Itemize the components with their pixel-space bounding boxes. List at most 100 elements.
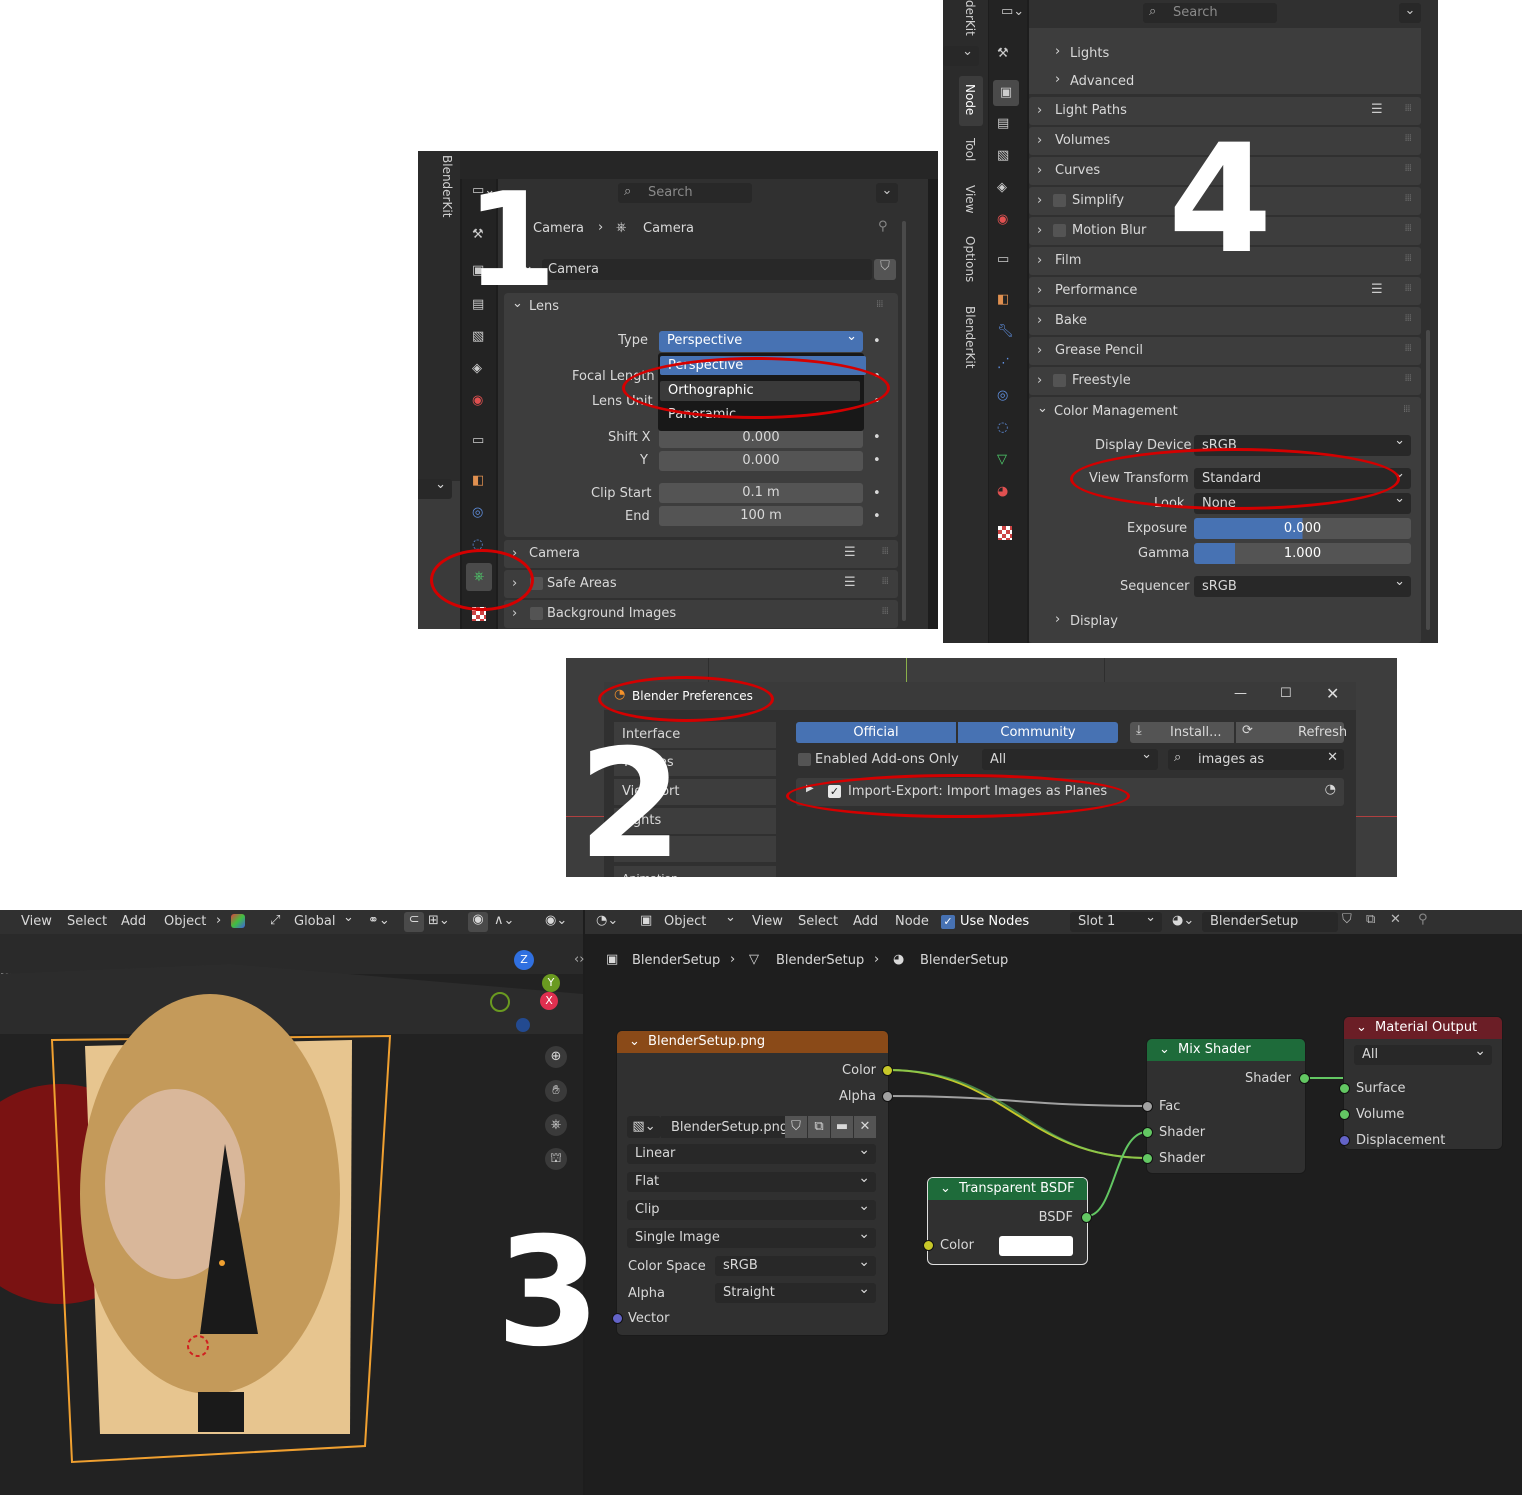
input-displacement-socket[interactable] — [1339, 1135, 1350, 1146]
color-management-header[interactable]: Color Management — [1054, 404, 1178, 419]
fake-user-shield-icon[interactable]: ⛉ — [785, 1116, 807, 1138]
keyframe-dot[interactable]: • — [873, 509, 881, 524]
image-node-header[interactable]: ⌄ BlenderSetup.png — [617, 1031, 888, 1053]
alpha-mode-dropdown[interactable]: Straight — [715, 1279, 876, 1303]
tab-community[interactable]: Community — [958, 722, 1118, 743]
drag-grip-icon[interactable]: ⁞⁞⁞ — [1404, 223, 1411, 234]
addon-search-input[interactable]: ⌕ images as ✕ — [1168, 749, 1344, 770]
background-images-checkbox[interactable] — [530, 607, 543, 620]
transparent-node-header[interactable]: ⌄ Transparent BSDF — [928, 1178, 1087, 1200]
physics-icon[interactable]: ◎ — [997, 388, 1013, 404]
grease-pencil-section[interactable]: › Grease Pencil ⁞⁞⁞ — [1029, 337, 1421, 365]
chevron-right-icon[interactable]: › — [216, 913, 221, 928]
fake-user-shield-icon[interactable]: ⛉ — [874, 259, 896, 280]
drag-grip-icon[interactable]: ⁞⁞⁞ — [1404, 103, 1411, 114]
type-dropdown[interactable]: Perspective ⌄ — [659, 329, 863, 352]
drag-grip-icon[interactable]: ⁞⁞⁞ — [1403, 404, 1410, 415]
presets-icon[interactable]: ☰ — [1371, 282, 1383, 297]
output-shader-socket[interactable] — [1299, 1073, 1310, 1084]
pivot-icon[interactable]: ⚭⌄ — [368, 913, 390, 928]
keyframe-dot[interactable]: • — [873, 453, 881, 468]
image-texture-node[interactable]: ⌄ BlenderSetup.png Color Alpha ▧⌄ Blende… — [612, 1031, 893, 1335]
chevron-right-icon[interactable]: › — [1055, 72, 1060, 87]
mix-node-header[interactable]: ⌄ Mix Shader — [1147, 1039, 1305, 1061]
open-folder-icon[interactable]: ▬ — [831, 1116, 853, 1138]
pin-icon[interactable]: ⚲ — [878, 219, 888, 234]
drag-grip-icon[interactable]: ⁞⁞⁞ — [1404, 253, 1411, 264]
clip-end-field[interactable]: 100 m — [659, 506, 863, 526]
chevron-right-icon[interactable]: › — [1055, 612, 1060, 627]
safe-areas-section[interactable]: › Safe Areas ☰ ⁞⁞⁞ — [504, 570, 898, 598]
visibility-icon[interactable]: ◉⌄ — [545, 913, 567, 928]
chevron-down-icon[interactable]: ⌄ — [1037, 401, 1048, 416]
modifier-icon[interactable]: 🔧︎ — [997, 324, 1014, 340]
scene-icon[interactable]: ◈ — [997, 180, 1013, 196]
gamma-slider[interactable]: 1.000 — [1194, 543, 1411, 564]
freestyle-section[interactable]: › Freestyle ⁞⁞⁞ — [1029, 367, 1421, 395]
color-swatch[interactable] — [999, 1236, 1073, 1256]
bake-section[interactable]: › Bake ⁞⁞⁞ — [1029, 307, 1421, 335]
collection-icon[interactable]: ▭ — [997, 252, 1013, 268]
scene-icon[interactable]: ◈ — [472, 361, 488, 377]
world-icon[interactable]: ◉ — [997, 212, 1013, 228]
presets-icon[interactable]: ☰ — [844, 545, 856, 560]
presets-icon[interactable]: ☰ — [1371, 102, 1383, 117]
clear-icon[interactable]: ✕ — [1327, 750, 1338, 765]
source-dropdown[interactable]: Single Image — [627, 1224, 876, 1248]
mix-shader-node[interactable]: ⌄ Mix Shader Shader Fac Shader Shader — [1142, 1039, 1310, 1173]
input-volume-socket[interactable] — [1339, 1109, 1350, 1120]
input-fac-socket[interactable] — [1142, 1101, 1153, 1112]
proportional-edit-icon[interactable]: ◉ — [468, 912, 488, 932]
tool-icon[interactable]: ⚒ — [997, 46, 1013, 62]
render-tab-active[interactable]: ▣ — [993, 80, 1019, 106]
drag-grip-icon[interactable]: ⁞⁞⁞ — [876, 299, 883, 310]
gizmo-neg-z[interactable] — [516, 1018, 530, 1032]
drag-grip-icon[interactable]: ⁞⁞⁞ — [881, 576, 888, 587]
keyframe-dot[interactable]: • — [873, 334, 881, 349]
world-icon[interactable]: ◉ — [472, 393, 488, 409]
search-input[interactable]: ⌕ Search — [618, 183, 752, 203]
pan-hand-icon[interactable]: ✋︎ — [545, 1080, 567, 1102]
enabled-only-label[interactable]: Enabled Add-ons Only — [815, 752, 959, 767]
lights-subsection[interactable]: Lights — [1070, 46, 1109, 61]
motion-blur-checkbox[interactable] — [1053, 224, 1066, 237]
category-dropdown[interactable]: All ⌄ — [982, 747, 1158, 770]
chevron-down-icon[interactable]: ⌄ — [343, 910, 354, 925]
display-subsection[interactable]: Display — [1070, 614, 1118, 629]
output-icon[interactable]: ▤ — [997, 116, 1013, 132]
drag-grip-icon[interactable]: ⁞⁞⁞ — [1404, 133, 1411, 144]
zoom-icon[interactable]: ⊕ — [545, 1046, 567, 1068]
camera-view-icon[interactable]: ⎈ — [545, 1114, 567, 1136]
presets-icon[interactable]: ☰ — [844, 575, 856, 590]
background-images-section[interactable]: › Background Images ⁞⁞⁞ — [504, 600, 898, 628]
extension-cube-icon[interactable] — [231, 914, 245, 928]
menu-select[interactable]: Select — [67, 914, 107, 929]
particles-icon[interactable]: ⋰ — [997, 356, 1013, 372]
color-space-dropdown[interactable]: sRGB — [715, 1252, 876, 1276]
tab-node[interactable]: Node — [963, 84, 977, 115]
object-icon[interactable]: ◧ — [472, 473, 488, 489]
scrollbar[interactable] — [1426, 330, 1430, 630]
drag-grip-icon[interactable]: ⁞⁞⁞ — [1404, 163, 1411, 174]
sequencer-dropdown[interactable]: sRGB ⌄ — [1194, 574, 1411, 597]
simplify-checkbox[interactable] — [1053, 194, 1066, 207]
gizmo-neg-y[interactable] — [490, 992, 510, 1012]
chevron-down-icon[interactable]: ⌄ — [940, 1181, 951, 1196]
menu-object[interactable]: Object — [164, 914, 206, 929]
tab-blenderkit[interactable]: BlenderKit — [963, 306, 977, 368]
snap-target-icon[interactable]: ⊞⌄ — [428, 913, 450, 928]
output-alpha-socket[interactable] — [882, 1091, 893, 1102]
image-name-field[interactable]: BlenderSetup.png — [661, 1116, 788, 1138]
duplicate-icon[interactable]: ⧉ — [808, 1116, 830, 1138]
shift-y-field[interactable]: 0.000 — [659, 451, 863, 471]
refresh-button[interactable]: ⟳ Refresh — [1236, 722, 1347, 743]
chevron-down-icon[interactable]: ⌄ — [1159, 1042, 1170, 1057]
input-shader2-socket[interactable] — [1142, 1153, 1153, 1164]
mesh-data-icon[interactable]: ▽ — [997, 452, 1013, 468]
input-shader1-socket[interactable] — [1142, 1127, 1153, 1138]
target-dropdown[interactable]: All — [1354, 1041, 1492, 1065]
output-bsdf-socket[interactable] — [1081, 1212, 1092, 1223]
blenderkit-tab-top[interactable]: derKit — [963, 0, 977, 36]
tab-official[interactable]: Official — [796, 722, 956, 743]
install-button[interactable]: ⤓ Install... — [1130, 722, 1234, 743]
